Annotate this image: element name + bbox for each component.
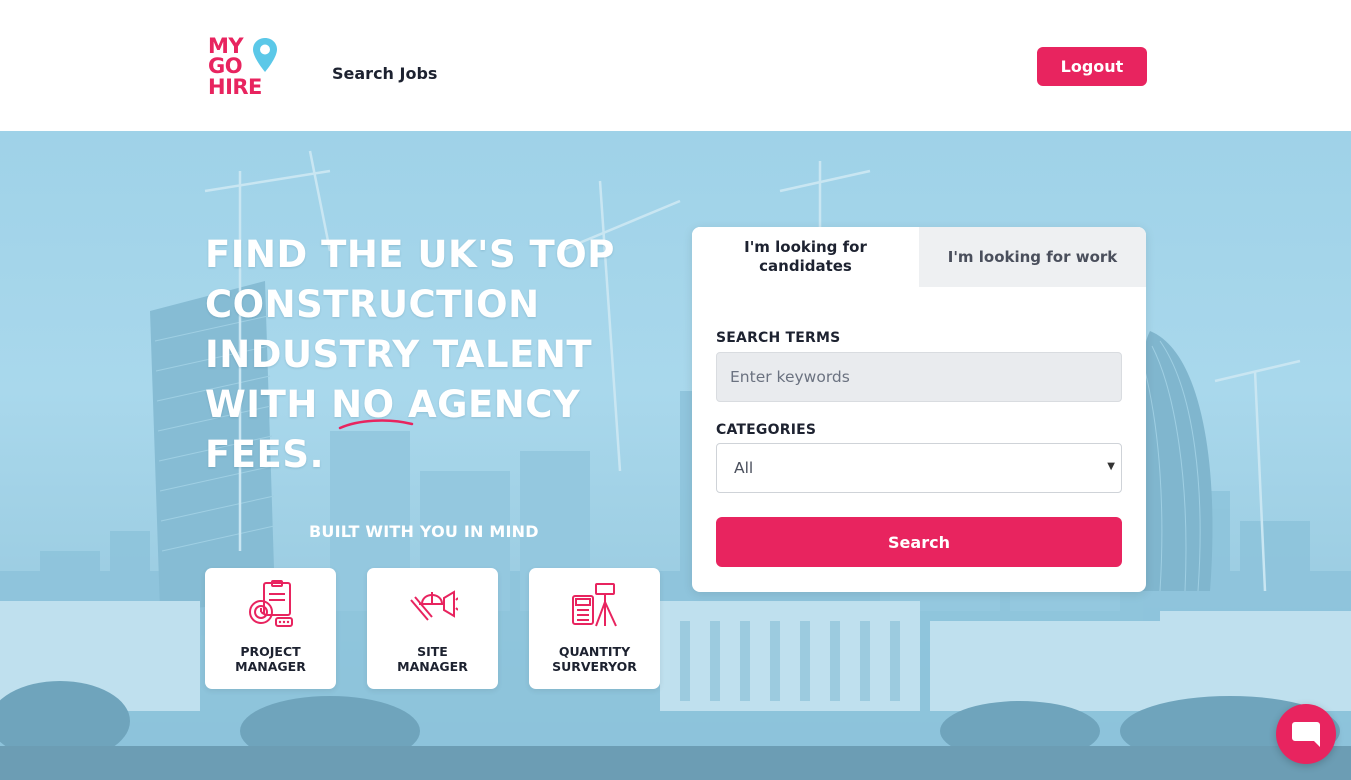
tab-looking-for-work[interactable]: I'm looking for work [919,227,1146,287]
search-keywords-input[interactable] [716,352,1122,402]
logo-line-hire: HIRE [208,75,262,99]
site-header: MY GO HIRE Search Jobs Logout [0,0,1351,131]
search-panel: I'm looking for candidates I'm looking f… [692,227,1146,592]
tab-looking-for-candidates[interactable]: I'm looking for candidates [692,227,919,287]
headline-line: FEES. [205,433,325,476]
headline-line: FIND THE UK'S TOP [205,233,615,276]
headline-line: CONSTRUCTION [205,283,540,326]
role-label: SITE MANAGER [367,644,498,674]
tab-label: I'm looking for candidates [744,238,867,275]
role-label-line: SURVERYOR [552,659,637,674]
search-terms-label: SEARCH TERMS [716,330,841,346]
tab-label: I'm looking for work [947,248,1118,266]
site-manager-icon [410,590,458,621]
role-label-line: SITE [417,644,448,659]
mygohire-logo[interactable]: MY GO HIRE [208,36,282,100]
search-button[interactable]: Search [716,517,1122,567]
role-card-site-manager[interactable]: SITE MANAGER [367,568,498,689]
role-card-quantity-surveyor[interactable]: QUANTITY SURVERYOR [529,568,660,689]
categories-label: CATEGORIES [716,422,817,438]
hero-headline: FIND THE UK'S TOP CONSTRUCTION INDUSTRY … [205,230,665,480]
headline-line: WITH NO AGENCY [205,383,581,426]
role-label: QUANTITY SURVERYOR [529,644,660,674]
role-label: PROJECT MANAGER [205,644,336,674]
chat-bubble-icon [1292,722,1320,747]
logout-button[interactable]: Logout [1037,47,1147,86]
role-card-project-manager[interactable]: PROJECT MANAGER [205,568,336,689]
role-label-line: QUANTITY [558,644,631,659]
chat-launcher-button[interactable] [1276,704,1336,764]
role-label-line: MANAGER [397,659,468,674]
chevron-down-icon: ▼ [1107,461,1115,472]
built-with-you-heading: BUILT WITH YOU IN MIND [309,522,539,541]
location-pin-icon [253,38,277,72]
nav-search-jobs-link[interactable]: Search Jobs [332,64,437,83]
role-label-line: MANAGER [235,659,306,674]
role-label-line: PROJECT [240,644,301,659]
underline-swoosh-decoration [338,419,414,430]
categories-selected-value: All [734,459,754,477]
project-manager-icon [249,580,293,627]
city-skyline-background [0,150,1351,780]
headline-line: INDUSTRY TALENT [205,333,593,376]
hero-section: FIND THE UK'S TOP CONSTRUCTION INDUSTRY … [0,131,1351,780]
quantity-surveyor-icon [572,583,617,627]
categories-select[interactable]: All ▼ [716,443,1122,493]
logo-line-go: GO [208,54,243,78]
